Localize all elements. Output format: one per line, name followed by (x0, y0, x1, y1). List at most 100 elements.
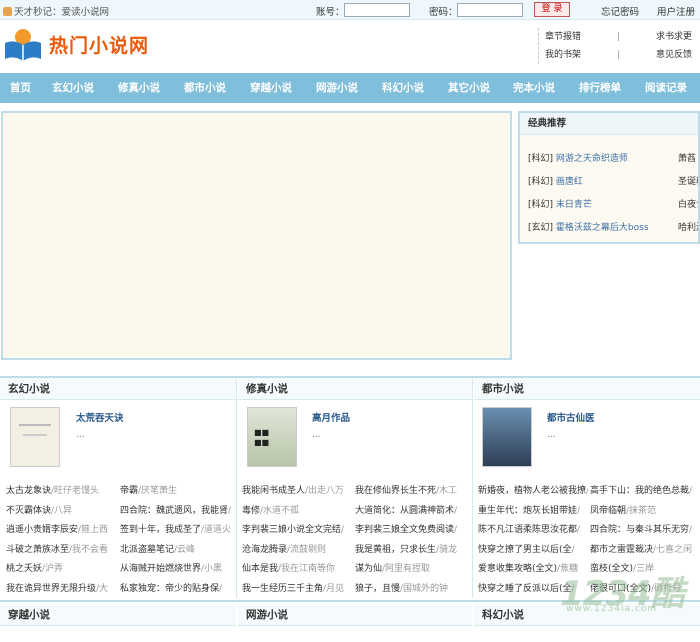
book-list-item[interactable]: 我在诡异世界无限升级/大 (6, 580, 118, 598)
book-name[interactable]: 帝霸 (120, 486, 138, 496)
book-list-item[interactable]: 大道简化：从圆满神箭术/ (355, 502, 467, 520)
book-list-item[interactable]: 私家独宠：帝少的贴身保/ (120, 580, 234, 598)
nav-wangyou[interactable]: 网游小说 (316, 73, 358, 103)
recommend-item[interactable]: [科幻] 画唐红圣诞稻草 (528, 174, 698, 187)
recommend-item[interactable]: [科幻] 网游之天命织造师 萧萏 (528, 151, 698, 164)
book-name[interactable]: 狼子，且慢 (355, 584, 400, 594)
book-list-item[interactable]: 我在修仙界长生不死/木工 (355, 482, 467, 500)
featured-book-title[interactable]: 高月作品 (312, 410, 350, 424)
book-list-item[interactable]: 四合院：与秦斗其乐无穷/ (590, 521, 698, 539)
nav-yuedu[interactable]: 阅读记录 (645, 73, 687, 103)
book-name[interactable]: 四合院：与秦斗其乐无穷 (590, 525, 689, 535)
book-list-item[interactable]: 逍遥小贵婿李辰安/箍上西 (6, 521, 118, 539)
book-list-item[interactable]: 沧海龙腾录/流鼓剔则 (242, 541, 353, 559)
book-name[interactable]: 我是黄祖，只求长生 (355, 545, 436, 555)
featured-book-title[interactable]: 太荒吞天诀 (76, 410, 124, 424)
book-name[interactable]: 北派盗墓笔记 (120, 545, 174, 555)
book-name[interactable]: 大道简化：从圆满神箭术 (355, 506, 454, 516)
book-list-item[interactable]: 我是黄祖，只求长生/骑龙 (355, 541, 467, 559)
book-list-item[interactable]: 陈不凡江语柔陈思汝花都/ (478, 521, 588, 539)
book-name[interactable]: 签到十年，我成圣了 (120, 525, 201, 535)
book-list-item[interactable]: 四合院：魏武遗风，我能肾/ (120, 502, 234, 520)
book-name[interactable]: 凤帝临朝 (590, 506, 626, 516)
site-logo[interactable]: 热门小说网 (3, 22, 183, 66)
recommend-item[interactable]: [玄幻] 霍格沃兹之幕后大boss哈利波特 (528, 220, 698, 233)
book-cover[interactable] (10, 407, 60, 467)
book-name[interactable]: 都市之雷霆裁决 (590, 545, 653, 555)
nav-wanben[interactable]: 完本小说 (513, 73, 555, 103)
book-list-item[interactable]: 帝霸/厌笔萧生 (120, 482, 234, 500)
book-name[interactable]: 李判裴三娘全文免费阅读 (355, 525, 454, 535)
book-name[interactable]: 李判裴三娘小说全文完结 (242, 525, 341, 535)
book-name[interactable]: 新婚夜，植物人老公被我撩 (478, 486, 586, 496)
nav-dushi[interactable]: 都市小说 (184, 73, 226, 103)
book-list-item[interactable]: 斗破之萧族冰至/我不会看 (6, 541, 118, 559)
book-name[interactable]: 四合院：魏武遗风，我能肾 (120, 506, 228, 516)
book-list-item[interactable]: 毒修/水道不孤 (242, 502, 353, 520)
book-name[interactable]: 仙本是我 (242, 564, 278, 574)
book-list-item[interactable]: 我一生经历三千主角/月见 (242, 580, 353, 598)
book-name[interactable]: 重生年代：炮灰长姐带娃 (478, 506, 577, 516)
nav-paihang[interactable]: 排行榜单 (579, 73, 621, 103)
book-list-item[interactable]: 李判裴三娘全文免费阅读/ (355, 521, 467, 539)
book-cover[interactable] (482, 407, 532, 467)
book-author: /七喜之闲 (653, 544, 693, 555)
book-list-item[interactable]: 桃之夭妖/沪弄 (6, 560, 118, 578)
recommend-item[interactable]: [科幻] 末日青芒白夜食 (528, 197, 698, 210)
password-input[interactable] (457, 3, 523, 17)
book-name[interactable]: 陈不凡江语柔陈思汝花都 (478, 525, 577, 535)
book-name[interactable]: 逍遥小贵婿李辰安 (6, 525, 78, 535)
nav-qita[interactable]: 其它小说 (448, 73, 490, 103)
nav-chuanyue[interactable]: 穿越小说 (250, 73, 292, 103)
book-name[interactable]: 我能闲书成圣人 (242, 486, 305, 496)
book-name[interactable]: 谋为仙 (355, 564, 382, 574)
book-list-item[interactable]: 签到十年，我成圣了/道道火 (120, 521, 234, 539)
request-book-link[interactable]: 求书求更 (656, 28, 692, 46)
book-list-item[interactable]: 李判裴三娘小说全文完结/ (242, 521, 353, 539)
book-name[interactable]: 高手下山：我的绝色总裁 (590, 486, 689, 496)
book-list-item[interactable]: 不灭霸体诀/八异 (6, 502, 118, 520)
book-name[interactable]: 不灭霸体诀 (6, 506, 51, 516)
login-button[interactable]: 登 录 (534, 2, 570, 17)
book-name[interactable]: 桃之夭妖 (6, 564, 42, 574)
book-list-item[interactable]: 高手下山：我的绝色总裁/ (590, 482, 698, 500)
book-cover[interactable]: ■■ ■■ (247, 407, 297, 467)
book-list-item[interactable]: 重生年代：炮灰长姐带娃/ (478, 502, 588, 520)
book-name[interactable]: 斗破之萧族冰至 (6, 545, 69, 555)
nav-xiuzhen[interactable]: 修真小说 (118, 73, 160, 103)
account-input[interactable] (344, 3, 410, 17)
book-list-item[interactable]: 新婚夜，植物人老公被我撩/ (478, 482, 588, 500)
book-name[interactable]: 从海贼开始燃烧世界 (120, 564, 201, 574)
book-name[interactable]: 快穿之撩了男主以后(全 (478, 545, 572, 555)
book-list-item[interactable]: 凤帝临朝/抹茶范 (590, 502, 698, 520)
book-name[interactable]: 沧海龙腾录 (242, 545, 287, 555)
featured-book-title[interactable]: 都市古仙医 (547, 410, 595, 424)
book-name[interactable]: 私家独宠：帝少的贴身保 (120, 584, 219, 594)
book-list-item[interactable]: 快穿之撩了男主以后(全/ (478, 541, 588, 559)
book-list-item[interactable]: 谋为仙/阿里有捏取 (355, 560, 467, 578)
book-list-item[interactable]: 北派盗墓笔记/云峰 (120, 541, 234, 559)
my-bookshelf-link[interactable]: 我的书架 (545, 46, 581, 64)
book-name[interactable]: 我一生经历三千主角 (242, 584, 323, 594)
feedback-link[interactable]: 意见反馈 (656, 46, 692, 64)
book-name[interactable]: 毒修 (242, 506, 260, 516)
book-name[interactable]: 爱意收集攻略(全文) (478, 564, 557, 574)
book-name[interactable]: 快穿之睡了反派以后(全 (478, 584, 572, 594)
book-list-item[interactable]: 从海贼开始燃烧世界/小黑 (120, 560, 234, 578)
book-list-item[interactable]: 仙本是我/我在江南等你 (242, 560, 353, 578)
banner-slider[interactable] (1, 111, 512, 360)
nav-xuanhuan[interactable]: 玄幻小说 (52, 73, 94, 103)
book-author: /道道火 (201, 525, 232, 535)
book-list-item[interactable]: 都市之雷霆裁决/七喜之闲 (590, 541, 698, 559)
book-name[interactable]: 我在诡异世界无限升级 (6, 584, 96, 594)
nav-home[interactable]: 首页 (10, 73, 31, 103)
forgot-password-link[interactable]: 忘记密码 (601, 4, 639, 18)
book-list-item[interactable]: 太古龙象诀/旺仔老馒头 (6, 482, 118, 500)
register-link[interactable]: 用户注册 (657, 4, 695, 18)
book-name[interactable]: 太古龙象诀 (6, 486, 51, 496)
book-name[interactable]: 我在修仙界长生不死 (355, 486, 436, 496)
error-report-link[interactable]: 章节报错 (545, 28, 581, 46)
book-list-item[interactable]: 狼子，且慢/国城外的钟 (355, 580, 467, 598)
nav-kehuan[interactable]: 科幻小说 (382, 73, 424, 103)
book-list-item[interactable]: 我能闲书成圣人/出走八万 (242, 482, 353, 500)
